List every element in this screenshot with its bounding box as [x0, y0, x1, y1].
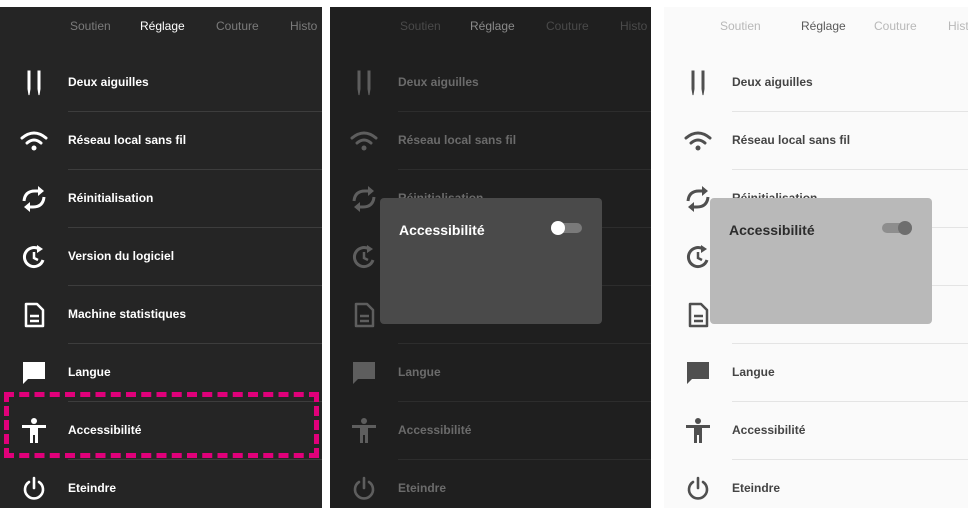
- twin-needle-icon: [682, 69, 714, 97]
- tab-couture[interactable]: Couture: [216, 19, 259, 33]
- menu-item[interactable]: Réseau local sans fil: [330, 112, 651, 170]
- menu-item-label: Réseau local sans fil: [68, 133, 187, 147]
- menu-item[interactable]: Langue: [664, 344, 968, 402]
- menu-item[interactable]: Accessibilité: [664, 402, 968, 460]
- tab-bar: Soutien Réglage Couture Histo: [330, 7, 651, 45]
- menu-item[interactable]: Deux aiguilles: [664, 54, 968, 112]
- menu-item-label: Accessibilité: [732, 423, 806, 437]
- wifi-icon: [348, 127, 380, 155]
- menu-item-label: Version du logiciel: [68, 249, 175, 263]
- reset-icon: [348, 185, 380, 213]
- power-icon: [682, 475, 714, 503]
- software-version-icon: [348, 243, 380, 271]
- wifi-icon: [682, 127, 714, 155]
- menu-item[interactable]: Deux aiguilles: [0, 54, 322, 112]
- tab-histo[interactable]: Histo: [290, 19, 317, 33]
- document-icon: [18, 301, 50, 329]
- tab-couture[interactable]: Couture: [546, 19, 589, 33]
- accessibility-dialog: Accessibilité: [380, 198, 602, 324]
- tab-bar: Soutien Réglage Couture Histo: [664, 7, 968, 45]
- menu-item-label: Deux aiguilles: [732, 75, 813, 89]
- twin-needle-icon: [348, 69, 380, 97]
- tab-reglage[interactable]: Réglage: [140, 19, 185, 33]
- speech-bubble-icon: [682, 359, 714, 387]
- tab-reglage[interactable]: Réglage: [470, 19, 515, 33]
- menu-item-label: Eteindre: [732, 481, 781, 495]
- toggle-knob: [898, 221, 912, 235]
- menu-item-label: Accessibilité: [398, 423, 472, 437]
- menu-item-label: Eteindre: [398, 481, 447, 495]
- document-icon: [348, 301, 380, 329]
- power-icon: [348, 475, 380, 503]
- menu-item[interactable]: Eteindre: [0, 460, 322, 508]
- accessibility-toggle-on[interactable]: [882, 221, 912, 235]
- tab-couture[interactable]: Couture: [874, 19, 917, 33]
- power-icon: [18, 475, 50, 503]
- tab-histo[interactable]: Histo: [620, 19, 647, 33]
- menu-item-label: Réseau local sans fil: [732, 133, 851, 147]
- wifi-icon: [18, 127, 50, 155]
- accessibility-icon: [682, 417, 714, 445]
- menu-item-label: Langue: [68, 365, 111, 379]
- twin-needle-icon: [18, 69, 50, 97]
- tab-soutien[interactable]: Soutien: [720, 19, 761, 33]
- menu-item[interactable]: Réseau local sans fil: [664, 112, 968, 170]
- tab-soutien[interactable]: Soutien: [400, 19, 441, 33]
- menu-item-label: Langue: [732, 365, 775, 379]
- menu-item-label: Deux aiguilles: [68, 75, 149, 89]
- menu-item[interactable]: Réinitialisation: [0, 170, 322, 228]
- tab-bar: Soutien Réglage Couture Histo: [0, 7, 322, 45]
- dialog-title: Accessibilité: [729, 222, 815, 238]
- tab-histo[interactable]: Histo: [948, 19, 968, 33]
- menu-item[interactable]: Accessibilité: [330, 402, 651, 460]
- menu-item-label: Deux aiguilles: [398, 75, 479, 89]
- software-version-icon: [18, 243, 50, 271]
- menu-item-label: Eteindre: [68, 481, 117, 495]
- accessibility-dialog: Accessibilité: [710, 198, 932, 324]
- dialog-title: Accessibilité: [399, 222, 485, 238]
- menu-item-label: Langue: [398, 365, 441, 379]
- menu-item-label: Réseau local sans fil: [398, 133, 517, 147]
- tab-reglage[interactable]: Réglage: [801, 19, 846, 33]
- speech-bubble-icon: [18, 359, 50, 387]
- accessibility-toggle-off[interactable]: [551, 221, 582, 235]
- menu-item-label: Réinitialisation: [68, 191, 154, 205]
- menu-item[interactable]: Eteindre: [664, 460, 968, 508]
- menu-item[interactable]: Version du logiciel: [0, 228, 322, 286]
- accessibility-highlight-frame: [4, 392, 319, 458]
- tab-soutien[interactable]: Soutien: [70, 19, 111, 33]
- menu-item-label: Machine statistiques: [68, 307, 187, 321]
- menu-item[interactable]: Réseau local sans fil: [0, 112, 322, 170]
- toggle-knob: [551, 221, 565, 235]
- reset-icon: [18, 185, 50, 213]
- menu-item[interactable]: Langue: [330, 344, 651, 402]
- speech-bubble-icon: [348, 359, 380, 387]
- menu-item[interactable]: Deux aiguilles: [330, 54, 651, 112]
- menu-item[interactable]: Machine statistiques: [0, 286, 322, 344]
- accessibility-icon: [348, 417, 380, 445]
- menu-item[interactable]: Eteindre: [330, 460, 651, 508]
